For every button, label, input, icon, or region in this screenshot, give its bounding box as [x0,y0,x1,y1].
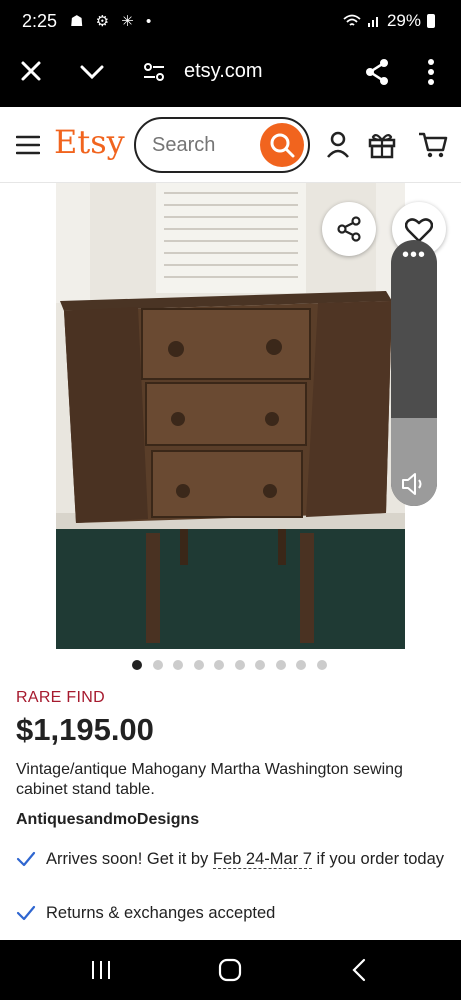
home-icon[interactable] [218,958,242,982]
more-vert-icon[interactable] [427,58,435,86]
heart-icon [405,218,433,243]
account-icon[interactable] [326,131,350,159]
image-pager[interactable] [132,660,327,670]
status-bar: 2:25 ☗ ⚙ ✳ • 29% [0,0,461,44]
check-icon [16,905,36,921]
listing-title: Vintage/antique Mahogany Martha Washingt… [16,761,403,798]
share-listing-button[interactable] [322,202,376,256]
pager-dot[interactable] [255,660,265,670]
cart-icon[interactable] [418,131,448,159]
pager-dot[interactable] [234,660,245,670]
delivery-suffix: if you order today [311,850,445,868]
pager-dot[interactable] [275,660,286,670]
chevron-down-icon[interactable] [80,64,104,80]
hamburger-menu-icon[interactable] [16,135,40,155]
price: $1,195.00 [16,712,154,747]
volume-slider[interactable]: ••• [391,240,437,506]
url-text[interactable]: etsy.com [184,60,263,83]
site-header: Etsy [0,107,461,183]
returns-text: Returns & exchanges accepted [46,904,276,922]
pager-dot[interactable] [214,660,224,670]
pager-dot[interactable] [316,660,327,670]
rare-find-badge: RARE FIND [16,689,105,706]
status-right: 29% [343,11,435,31]
pager-dot[interactable] [173,660,183,670]
close-icon[interactable] [20,60,42,82]
pager-dot[interactable] [152,660,163,670]
gift-icon[interactable] [368,131,396,159]
delivery-text: Arrives soon! Get it by Feb 24-Mar 7 if … [46,848,446,871]
search-input[interactable] [152,134,252,157]
returns-info: Returns & exchanges accepted [16,902,446,926]
browser-toolbar: etsy.com [0,44,461,107]
share-icon[interactable] [364,58,390,86]
delivery-prefix: Arrives soon! Get it by [46,850,213,868]
shop-name-link[interactable]: AntiquesandmoDesigns [16,811,199,829]
search-button[interactable] [260,123,304,167]
pager-dot[interactable] [296,660,306,670]
system-nav-bar [0,940,461,1000]
speaker-icon[interactable] [401,472,427,496]
status-time: 2:25 [22,11,58,31]
share-icon [337,216,361,242]
site-settings-icon[interactable] [142,60,166,84]
battery-level: 29% [386,11,421,30]
pager-dot[interactable] [193,660,204,670]
pager-dot[interactable] [132,660,142,670]
etsy-logo[interactable]: Etsy [54,123,125,161]
search-bar[interactable] [134,117,310,173]
volume-options-icon[interactable]: ••• [391,245,437,265]
search-icon [270,133,295,158]
delivery-dates-link[interactable]: Feb 24-Mar 7 [212,850,312,869]
back-icon[interactable] [352,958,366,982]
wifi-icon [343,14,361,26]
recent-apps-icon[interactable] [90,960,112,980]
delivery-info: Arrives soon! Get it by Feb 24-Mar 7 if … [16,848,446,894]
battery-icon [427,14,435,28]
notification-icons: ☗ ⚙ ✳ • [70,13,156,30]
signal-icon [367,17,378,27]
check-icon [16,851,36,867]
